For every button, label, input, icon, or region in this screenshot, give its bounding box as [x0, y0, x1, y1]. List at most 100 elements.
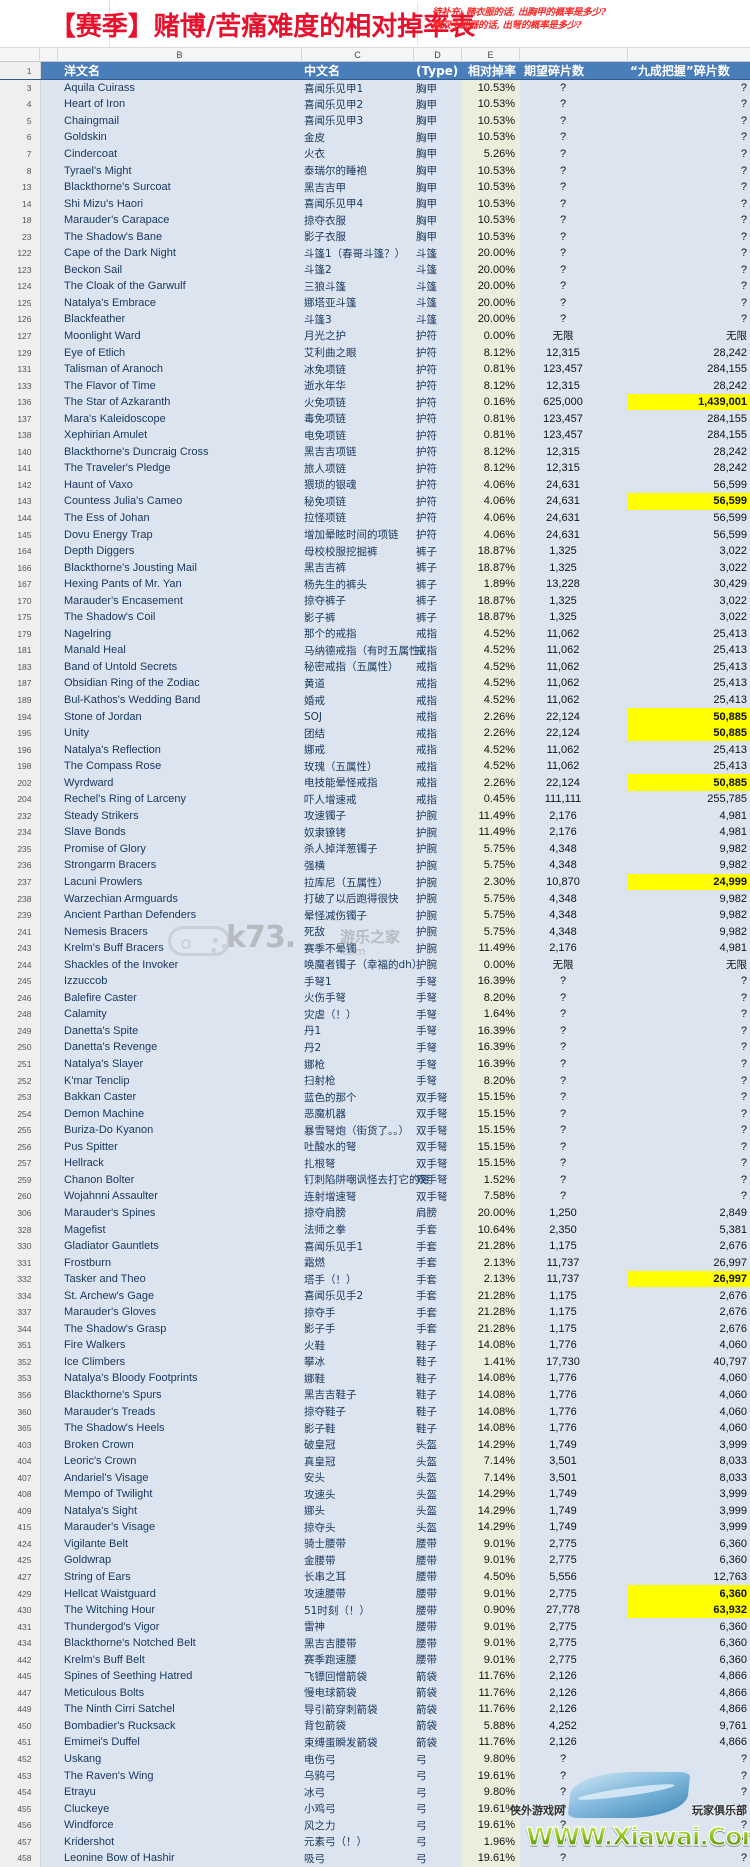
- column-letter-c[interactable]: C: [302, 48, 414, 62]
- row-number[interactable]: 351: [0, 1337, 41, 1354]
- table-row[interactable]: 424 Vigilante Belt 骑士腰带 腰带 9.01% 2,775 6,360: [0, 1535, 750, 1553]
- table-row[interactable]: 239 Ancient Parthan Defenders 晕怪减伤镯子 护腕 5.75…: [0, 906, 750, 924]
- row-number[interactable]: 127: [0, 327, 41, 345]
- table-row[interactable]: 244 Shackles of the Invoker 唤魔者镯子（幸福的dh） 护腕…: [0, 956, 750, 974]
- row-number[interactable]: 257: [0, 1155, 41, 1172]
- column-corner[interactable]: [0, 48, 40, 62]
- table-row[interactable]: 232 Steady Strikers 攻速镯子 护腕 11.49% 2,176 4,981: [0, 807, 750, 825]
- column-letter-a[interactable]: [40, 48, 58, 62]
- table-row[interactable]: 166 Blackthorne's Jousting Mail 黑吉吉裤 裤子 18.8…: [0, 559, 750, 576]
- row-number[interactable]: 331: [0, 1254, 41, 1271]
- row-number[interactable]: 129: [0, 344, 41, 361]
- row-number[interactable]: 434: [0, 1634, 41, 1652]
- table-row[interactable]: 167 Hexing Pants of Mr. Yan 杨先生的裤头 裤子 1.89% 1…: [0, 575, 750, 593]
- table-row[interactable]: 352 Ice Climbers 攀冰 鞋子 1.41% 17,730 40,797: [0, 1353, 750, 1371]
- row-number[interactable]: 409: [0, 1502, 41, 1520]
- row-number[interactable]: 344: [0, 1320, 41, 1338]
- row-number[interactable]: 131: [0, 360, 41, 378]
- table-row[interactable]: 196 Natalya's Reflection 娜戒 戒指 4.52% 11,062 25…: [0, 741, 750, 758]
- row-number[interactable]: 427: [0, 1568, 41, 1586]
- table-row[interactable]: 133 The Flavor of Time 逝水年华 护符 8.12% 12,315 28…: [0, 377, 750, 394]
- table-row[interactable]: 250 Danetta's Revenge 丹2 手弩 16.39%??: [0, 1039, 750, 1056]
- row-number[interactable]: 260: [0, 1188, 41, 1205]
- row-number[interactable]: 4: [0, 96, 41, 113]
- table-row[interactable]: 260 Wojahnni Assaulter 连射增速弩 双手弩 7.58%??: [0, 1188, 750, 1205]
- row-number[interactable]: 246: [0, 989, 41, 1007]
- row-number[interactable]: 7: [0, 145, 41, 163]
- table-row[interactable]: 408 Mempo of Twilight 攻速头 头盔 14.29% 1,749 3,99…: [0, 1485, 750, 1503]
- table-row[interactable]: 140 Blackthorne's Duncraig Cross 黑吉吉项链 护符 8.…: [0, 443, 750, 461]
- row-number[interactable]: 337: [0, 1303, 41, 1321]
- row-number[interactable]: 251: [0, 1055, 41, 1073]
- row-number[interactable]: 136: [0, 393, 41, 411]
- row-number[interactable]: 253: [0, 1088, 41, 1106]
- table-row[interactable]: 246 Balefire Caster 火伤手弩 手弩 8.20%??: [0, 989, 750, 1007]
- row-number[interactable]: 450: [0, 1717, 41, 1735]
- table-row[interactable]: 331 Frostburn 霜燃 手套 2.13% 11,737 26,997: [0, 1254, 750, 1271]
- table-row[interactable]: 442 Krelm's Buff Belt 赛季跑速腰 腰带 9.01% 2,775 6,3…: [0, 1651, 750, 1668]
- row-number[interactable]: 13: [0, 178, 41, 196]
- row-number[interactable]: 145: [0, 526, 41, 543]
- row-number[interactable]: 137: [0, 410, 41, 427]
- table-row[interactable]: 3 Aquila Cuirass 喜闻乐见甲1 胸甲 10.53%??: [0, 79, 750, 97]
- table-row[interactable]: 181 Manald Heal 马纳德戒指（有时五属性） 戒指 4.52% 11,062 2…: [0, 642, 750, 659]
- table-row[interactable]: 129 Eye of Etlich 艾利曲之眼 护符 8.12% 12,315 28,242: [0, 344, 750, 361]
- row-number[interactable]: 425: [0, 1552, 41, 1569]
- table-row[interactable]: 6 Goldskin 金皮 胸甲 10.53%??: [0, 129, 750, 146]
- row-number[interactable]: 126: [0, 311, 41, 328]
- row-number[interactable]: 447: [0, 1684, 41, 1702]
- table-row[interactable]: 306 Marauder's Spines 掠夺肩膀 肩膀 20.00% 1,250 2,8…: [0, 1204, 750, 1222]
- row-number[interactable]: 241: [0, 923, 41, 940]
- table-row[interactable]: 14 Shi Mizu's Haori 喜闻乐见甲4 胸甲 10.53%??: [0, 195, 750, 212]
- row-number[interactable]: 194: [0, 708, 41, 725]
- table-row[interactable]: 404 Leoric's Crown 真皇冠 头盔 7.14% 3,501 8,033: [0, 1452, 750, 1470]
- row-number[interactable]: 195: [0, 724, 41, 742]
- table-row[interactable]: 170 Marauder's Encasement 掠夺裤子 裤子 18.87% 1,32…: [0, 592, 750, 609]
- table-row[interactable]: 449 The Ninth Cirri Satchel 导引箭穿刺箭袋 箭袋 11.76…: [0, 1701, 750, 1718]
- table-row[interactable]: 330 Gladiator Gauntlets 喜闻乐见手1 手套 21.28% 1,17…: [0, 1237, 750, 1255]
- table-row[interactable]: 415 Marauder's Visage 掠夺头 头盔 14.29% 1,749 3,99…: [0, 1519, 750, 1536]
- row-number[interactable]: 5: [0, 112, 41, 130]
- row-number[interactable]: 183: [0, 658, 41, 676]
- table-row[interactable]: 254 Demon Machine 恶魔机器 双手弩 15.15%??: [0, 1105, 750, 1122]
- row-number[interactable]: 243: [0, 939, 41, 957]
- table-row[interactable]: 137 Mara's Kaleidoscope 毒免项链 护符 0.81% 123,457…: [0, 410, 750, 427]
- row-number[interactable]: 23: [0, 228, 41, 245]
- table-row[interactable]: 237 Lacuni Prowlers 拉库尼（五属性） 护腕 2.30% 10,870 2…: [0, 873, 750, 891]
- table-row[interactable]: 141 The Traveler's Pledge 旅人项链 护符 8.12% 12,31…: [0, 460, 750, 477]
- table-row[interactable]: 430 The Witching Hour 51时刻（！） 腰带 0.90% 27,778…: [0, 1601, 750, 1619]
- table-row[interactable]: 451 Emimei's Duffel 束缚蛋瞬发箭袋 箭袋 11.76% 2,126 4,…: [0, 1734, 750, 1751]
- table-row[interactable]: 198 The Compass Rose 玫瑰（五属性） 戒指 4.52% 11,062 2…: [0, 757, 750, 775]
- row-number[interactable]: 144: [0, 509, 41, 527]
- row-number[interactable]: 170: [0, 592, 41, 609]
- table-row[interactable]: 425 Goldwrap 金腰带 腰带 9.01% 2,775 6,360: [0, 1552, 750, 1569]
- table-row[interactable]: 195 Unity 团结 戒指 2.26% 22,124 50,885: [0, 724, 750, 742]
- table-row[interactable]: 138 Xephirian Amulet 电免项链 护符 0.81% 123,457 284…: [0, 426, 750, 444]
- row-number[interactable]: 404: [0, 1452, 41, 1470]
- row-number[interactable]: 249: [0, 1022, 41, 1040]
- row-number[interactable]: 365: [0, 1419, 41, 1437]
- row-number[interactable]: 415: [0, 1519, 41, 1536]
- row-number[interactable]: 125: [0, 294, 41, 312]
- row-number[interactable]: 408: [0, 1485, 41, 1503]
- row-number[interactable]: 196: [0, 741, 41, 758]
- row-number[interactable]: 122: [0, 244, 41, 262]
- table-row[interactable]: 249 Danetta's Spite 丹1 手弩 16.39%??: [0, 1022, 750, 1040]
- row-number[interactable]: 232: [0, 807, 41, 825]
- table-row[interactable]: 450 Bombadier's Rucksack 背包箭袋 箭袋 5.88% 4,252 9…: [0, 1717, 750, 1735]
- table-row[interactable]: 136 The Star of Azkaranth 火免项链 护符 0.16% 625,0…: [0, 393, 750, 411]
- table-row[interactable]: 259 Chanon Bolter 钉刺陷阱嘲讽怪去打它的弩 双手弩 1.52%??: [0, 1171, 750, 1189]
- row-number[interactable]: 259: [0, 1171, 41, 1189]
- row-number[interactable]: 453: [0, 1767, 41, 1784]
- row-number[interactable]: 352: [0, 1353, 41, 1371]
- table-row[interactable]: 409 Natalya's Sight 娜头 头盔 14.29% 1,749 3,999: [0, 1502, 750, 1520]
- table-row[interactable]: 252 K'mar Tenclip 扫射枪 手弩 8.20%??: [0, 1072, 750, 1089]
- table-row[interactable]: 124 The Cloak of the Garwulf 三狼斗篷 斗篷 20.00%?…: [0, 278, 750, 295]
- table-row[interactable]: 23 The Shadow's Bane 影子衣服 胸甲 10.53%??: [0, 228, 750, 245]
- table-row[interactable]: 356 Blackthorne's Spurs 黑吉吉鞋子 鞋子 14.08% 1,776…: [0, 1386, 750, 1404]
- table-row[interactable]: 183 Band of Untold Secrets 秘密戒指（五属性） 戒指 4.52…: [0, 658, 750, 676]
- table-row[interactable]: 337 Marauder's Gloves 掠夺手 手套 21.28% 1,175 2,67…: [0, 1303, 750, 1321]
- table-row[interactable]: 194 Stone of Jordan SOJ 戒指 2.26% 22,124 50,885: [0, 708, 750, 725]
- table-row[interactable]: 144 The Ess of Johan 拉怪项链 护符 4.06% 24,631 56,5…: [0, 509, 750, 527]
- table-row[interactable]: 164 Depth Diggers 母校校服挖掘裤 裤子 18.87% 1,325 3,02…: [0, 542, 750, 560]
